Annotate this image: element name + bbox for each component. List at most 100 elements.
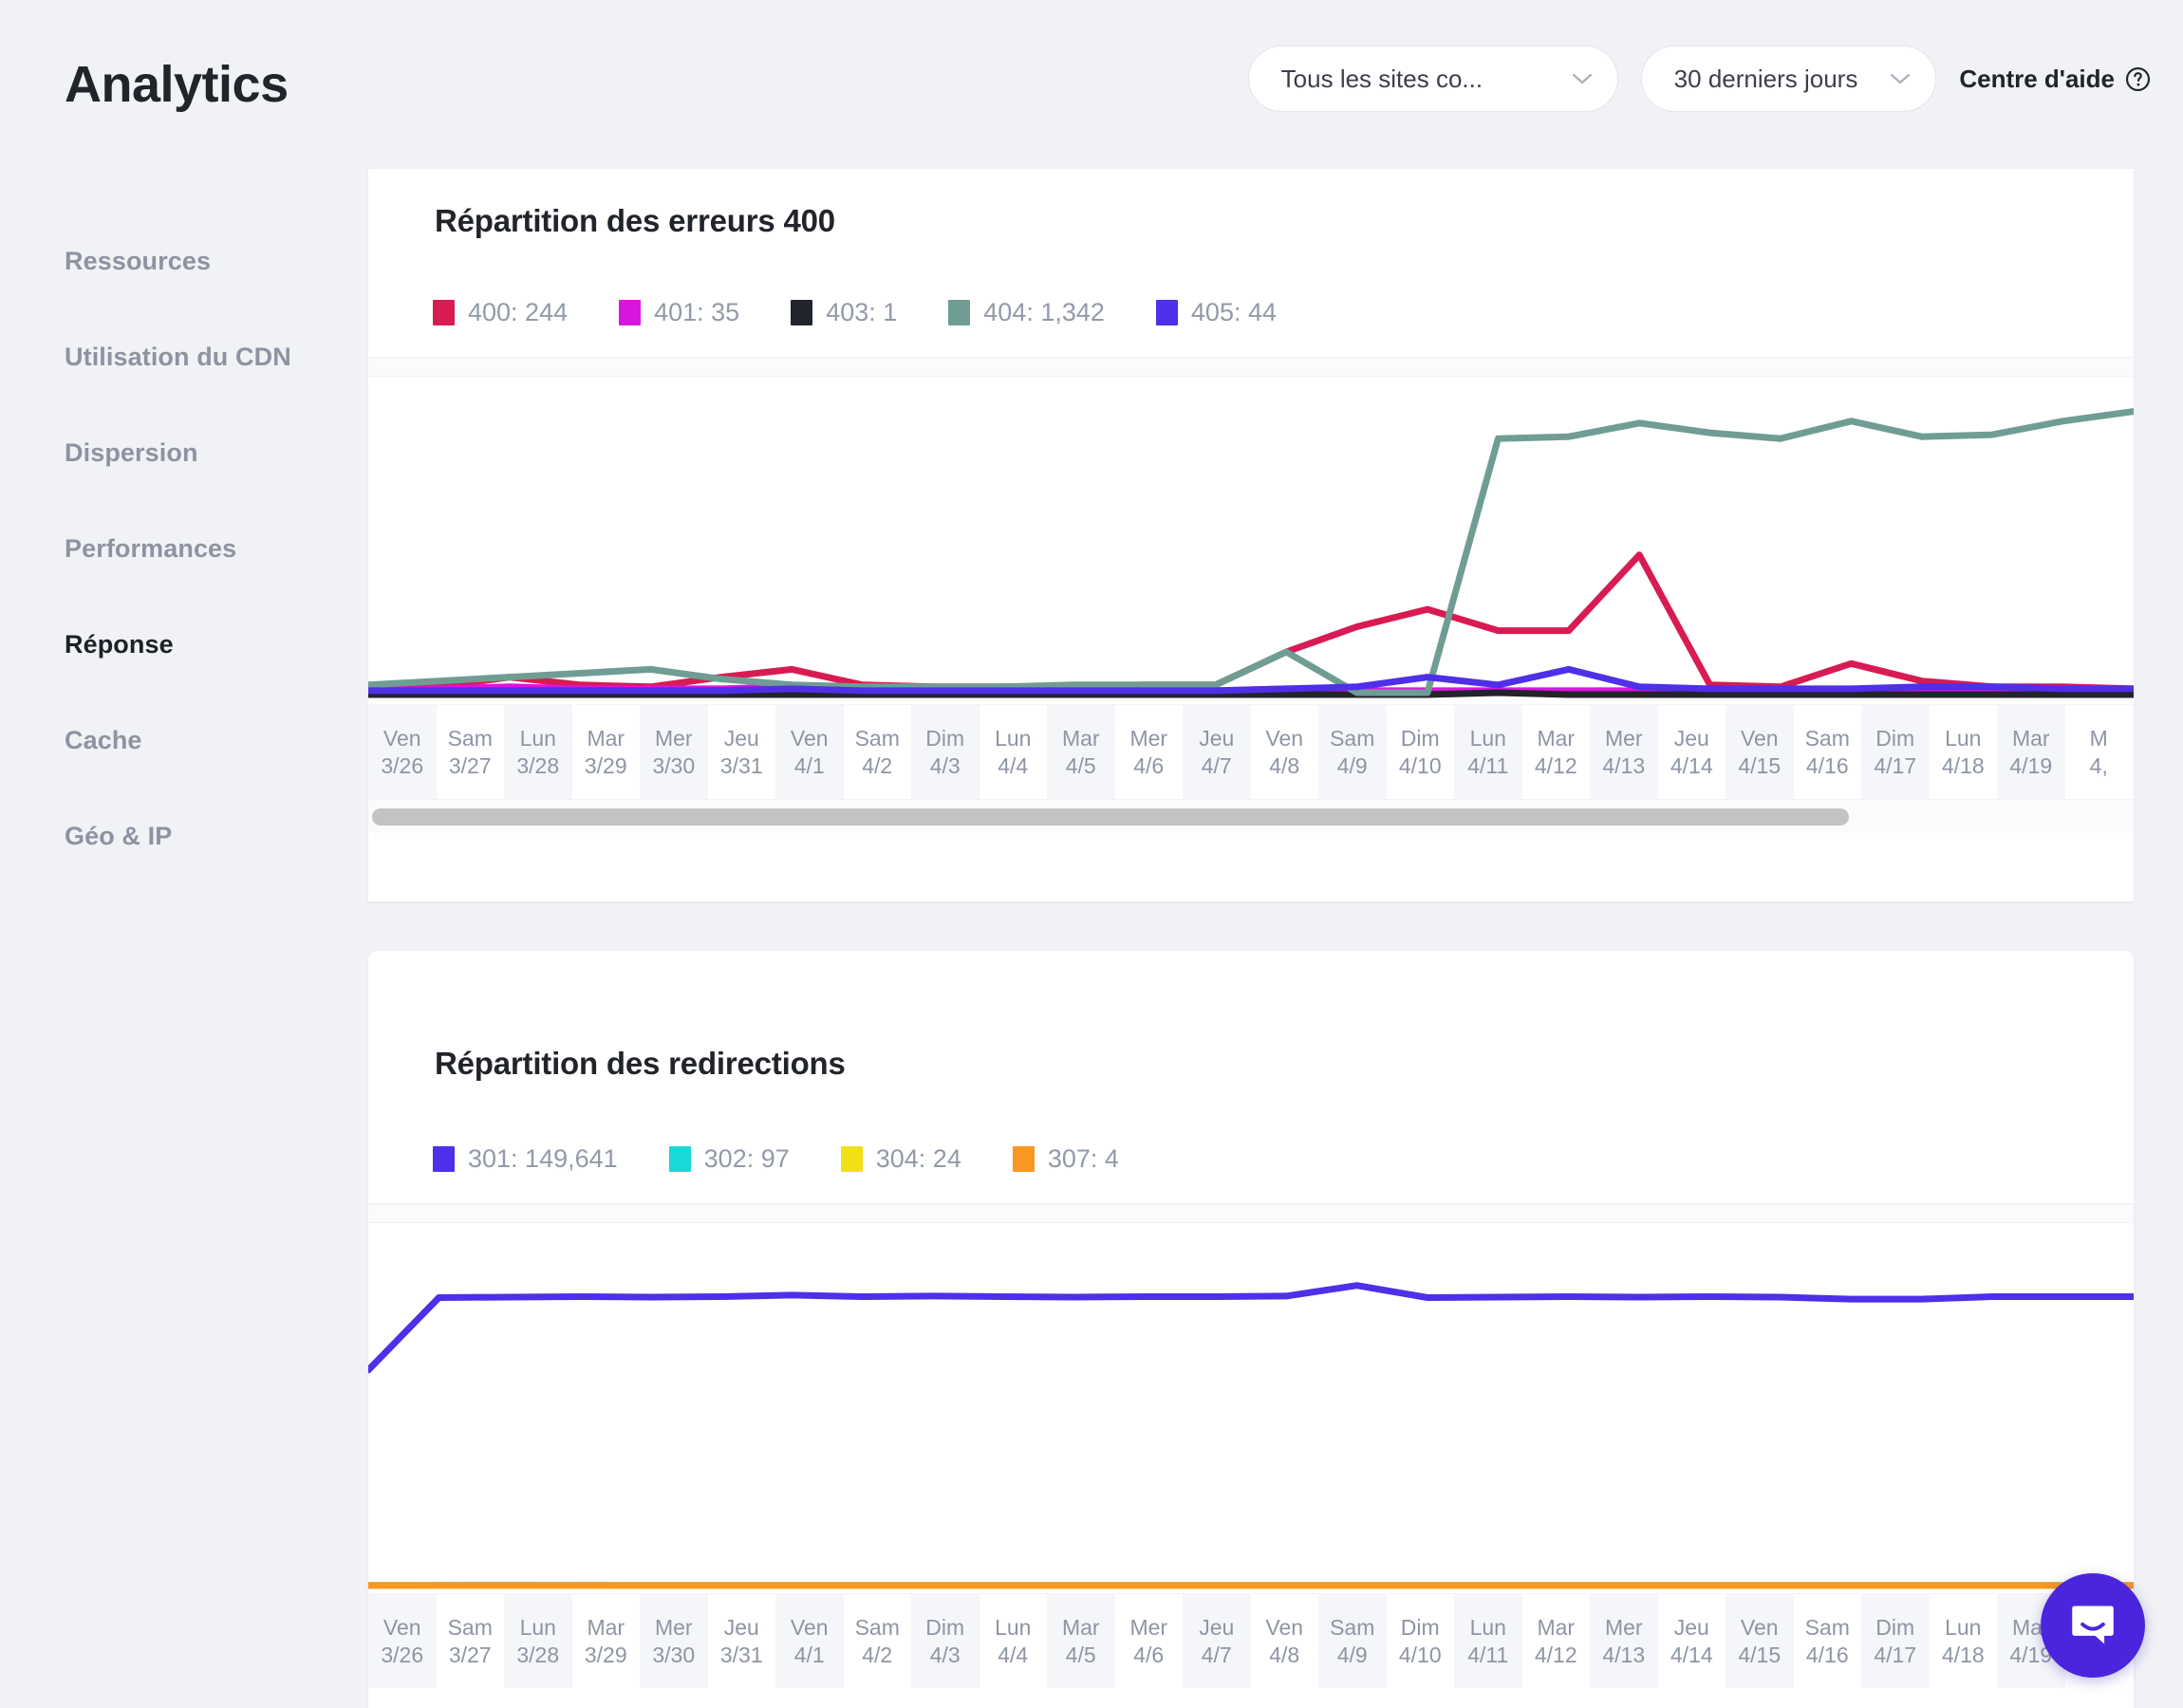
axis-tick-date: 4/19	[2009, 753, 2052, 778]
axis-tick-date: 4/3	[930, 1643, 961, 1667]
axis-tick-date: 4/8	[1269, 753, 1299, 778]
legend-color-swatch	[433, 1146, 455, 1172]
axis-tick-dayofweek: Lun	[1945, 1615, 1981, 1640]
axis-tick-date: 4/9	[1337, 1643, 1368, 1667]
axis-tick: Mar4/19	[1997, 705, 2065, 799]
axis-tick-dayofweek: Mar	[1537, 1615, 1575, 1640]
errors-legend-item[interactable]: 401: 35	[619, 298, 739, 327]
date-range-selector[interactable]: 30 derniers jours	[1641, 46, 1937, 112]
errors-legend-item[interactable]: 400: 244	[433, 298, 568, 327]
sidebar-item-label: Performances	[65, 534, 236, 564]
axis-tick: Jeu4/7	[1183, 705, 1251, 799]
axis-tick-date: 4,	[2090, 753, 2108, 778]
axis-tick-date: 4/10	[1399, 1643, 1442, 1667]
redirects-legend-item[interactable]: 307: 4	[1013, 1144, 1119, 1174]
axis-tick-dayofweek: Mer	[1129, 1615, 1167, 1640]
axis-tick-date: 4/6	[1133, 1643, 1164, 1667]
axis-tick: Lun4/4	[980, 1594, 1048, 1688]
axis-tick-date: 4/13	[1602, 1643, 1645, 1667]
errors-chart-scrollbar-track[interactable]	[368, 799, 2134, 833]
axis-tick: Dim 4/17	[1861, 1594, 1930, 1688]
axis-tick-dayofweek: Ven	[1265, 726, 1303, 751]
axis-tick: Ven4/1	[775, 705, 844, 799]
axis-tick: Jeu4/14	[1658, 705, 1726, 799]
redirects-legend-item[interactable]: 301: 149,641	[433, 1144, 618, 1174]
series-line-301	[368, 1286, 2134, 1370]
errors-legend-item[interactable]: 405: 44	[1156, 298, 1277, 327]
axis-tick-dayofweek: Mar	[1062, 1615, 1100, 1640]
axis-tick-date: 4/1	[794, 1643, 825, 1667]
axis-tick-dayofweek: Ven	[383, 726, 421, 751]
errors-chart-scrollbar-thumb[interactable]	[372, 808, 1849, 826]
sidebar-item-dispersion[interactable]: Dispersion	[0, 405, 368, 501]
axis-tick-date: 3/26	[381, 753, 423, 778]
axis-tick: Jeu 4/14	[1658, 1594, 1726, 1688]
analytics-page: Analytics Tous les sites co... 30 dernie…	[0, 0, 2183, 1708]
axis-tick-date: 4/16	[1806, 1643, 1849, 1667]
axis-tick-date: 4/5	[1066, 753, 1096, 778]
axis-tick-date: 4/8	[1269, 1643, 1299, 1667]
legend-color-swatch	[948, 300, 970, 325]
axis-tick-date: 3/31	[720, 1643, 763, 1667]
axis-tick-date: 3/29	[585, 1643, 627, 1667]
axis-tick-dayofweek: Dim	[1875, 1615, 1914, 1640]
sidebar-item-reponse[interactable]: Réponse	[0, 597, 368, 693]
axis-tick-dayofweek: Lun	[1470, 726, 1506, 751]
page-header: Analytics Tous les sites co... 30 dernie…	[0, 0, 2183, 142]
legend-item-label: 403: 1	[826, 298, 897, 327]
axis-tick-date: 3/26	[381, 1643, 423, 1667]
axis-tick-dayofweek: Mer	[1129, 726, 1167, 751]
legend-color-swatch	[1156, 300, 1178, 325]
sidebar-item-geo-ip[interactable]: Géo & IP	[0, 789, 368, 884]
axis-tick-dayofweek: Jeu	[724, 726, 759, 751]
sidebar-item-utilisation-du-cdn[interactable]: Utilisation du CDN	[0, 309, 368, 405]
axis-tick-date: 4/16	[1806, 753, 1849, 778]
axis-tick-dayofweek: Lun	[995, 1615, 1031, 1640]
redirects-legend-item[interactable]: 304: 24	[841, 1144, 961, 1174]
sidebar-nav: Ressources Utilisation du CDN Dispersion…	[0, 214, 368, 884]
axis-tick: Sam 4/9	[1318, 1594, 1387, 1688]
axis-tick: Dim4/17	[1861, 705, 1930, 799]
axis-tick-dayofweek: Ven	[1265, 1615, 1303, 1640]
axis-tick: Ven 4/1	[775, 1594, 844, 1688]
redirects-legend-item[interactable]: 302: 97	[669, 1144, 790, 1174]
axis-tick: Lun4/11	[1454, 705, 1522, 799]
axis-tick-dayofweek: Mer	[1605, 726, 1643, 751]
plot-top-band	[368, 358, 2134, 377]
legend-item-label: 404: 1,342	[983, 298, 1105, 327]
axis-tick-date: 4/14	[1670, 1643, 1713, 1667]
chat-launcher-button[interactable]	[2041, 1573, 2145, 1678]
axis-tick: Sam3/27	[437, 705, 505, 799]
axis-tick-dayofweek: Ven	[791, 1615, 829, 1640]
axis-tick-date: 4/4	[998, 753, 1028, 778]
sidebar-item-performances[interactable]: Performances	[0, 501, 368, 597]
sidebar-item-ressources[interactable]: Ressources	[0, 214, 368, 309]
axis-tick-date: 4/17	[1874, 753, 1916, 778]
axis-tick-date: 4/12	[1535, 753, 1577, 778]
help-center-link[interactable]: Centre d'aide	[1959, 65, 2156, 94]
legend-color-swatch	[669, 1146, 691, 1172]
errors-legend-item[interactable]: 403: 1	[791, 298, 897, 327]
axis-tick: Mar4/12	[1522, 705, 1591, 799]
sidebar-item-cache[interactable]: Cache	[0, 693, 368, 789]
axis-tick: Lun4/11	[1454, 1594, 1522, 1688]
site-selector[interactable]: Tous les sites co...	[1248, 46, 1618, 112]
axis-tick-date: 4/17	[1874, 1643, 1916, 1667]
axis-tick-dayofweek: Sam	[1330, 726, 1374, 751]
legend-color-swatch	[619, 300, 641, 325]
axis-tick-dayofweek: Sam	[1330, 1615, 1374, 1640]
axis-tick-date: 4/12	[1535, 1643, 1577, 1667]
axis-tick-date: 4/6	[1133, 753, 1164, 778]
axis-tick: Ven4/15	[1726, 1594, 1794, 1688]
axis-tick: Sam4/16	[1794, 705, 1862, 799]
axis-tick: Lun3/28	[504, 705, 572, 799]
errors-legend-item[interactable]: 404: 1,342	[948, 298, 1105, 327]
axis-tick-dayofweek: Jeu	[1674, 1615, 1709, 1640]
axis-tick-dayofweek: Dim	[1401, 726, 1440, 751]
errors-chart-plot	[368, 377, 2134, 704]
axis-tick: Mar3/29	[572, 705, 641, 799]
axis-tick-dayofweek: Sam	[448, 1615, 493, 1640]
chevron-down-icon	[1890, 72, 1911, 85]
legend-item-label: 304: 24	[876, 1144, 961, 1174]
sidebar-item-label: Réponse	[65, 630, 174, 659]
